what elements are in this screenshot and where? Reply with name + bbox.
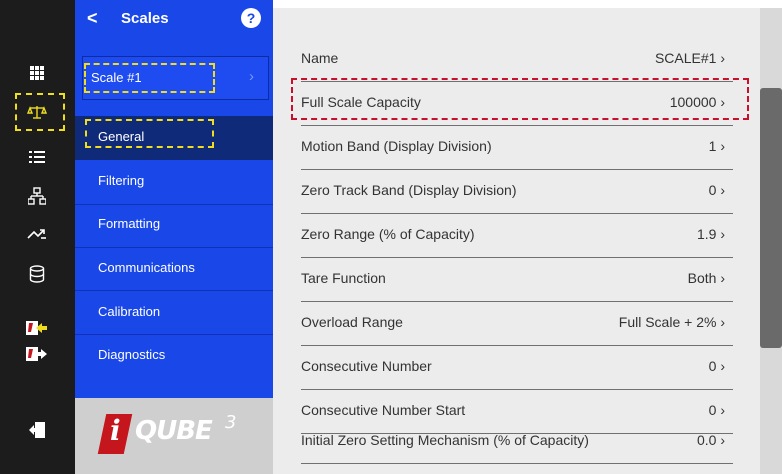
- logo-word: QUBE: [135, 416, 213, 446]
- sidebar-header: < Scales ?: [75, 0, 273, 38]
- chevron-right-icon: ›: [720, 432, 725, 448]
- row-divider: [301, 463, 733, 464]
- setting-label: Motion Band (Display Division): [301, 138, 492, 154]
- iqube-logo: i QUBE 3: [75, 398, 273, 474]
- scale-selector-highlight: [84, 63, 215, 93]
- selected-nav-highlight: [15, 93, 65, 131]
- setting-label: Tare Function: [301, 270, 386, 286]
- setting-label: Name: [301, 50, 339, 66]
- logo-superscript: 3: [225, 412, 237, 433]
- setting-label: Initial Zero Setting Mechanism (% of Cap…: [301, 432, 589, 448]
- export-icon[interactable]: [24, 342, 50, 366]
- setting-row-initial-zero[interactable]: Initial Zero Setting Mechanism (% of Cap…: [301, 420, 733, 464]
- setting-row-tare-function[interactable]: Tare Function Both ›: [301, 258, 733, 302]
- logo-i: i: [110, 414, 121, 447]
- help-icon[interactable]: ?: [241, 8, 261, 28]
- list-icon[interactable]: [24, 145, 50, 169]
- setting-row-name[interactable]: Name SCALE#1 ›: [301, 38, 733, 82]
- scrollbar-thumb[interactable]: [760, 88, 782, 348]
- setting-label: Consecutive Number Start: [301, 402, 466, 418]
- chevron-right-icon: ›: [249, 68, 254, 85]
- settings-sidebar: < Scales ? Scale #1 › General Filtering …: [75, 0, 273, 474]
- setting-value: 0 ›: [708, 182, 725, 198]
- back-button[interactable]: <: [87, 8, 98, 29]
- chevron-right-icon: ›: [720, 270, 725, 286]
- sidebar-title: Scales: [121, 10, 169, 27]
- network-icon[interactable]: [24, 184, 50, 208]
- setting-value: 1.9 ›: [696, 226, 725, 242]
- full-scale-capacity-highlight: [291, 78, 749, 120]
- setting-value: SCALE#1 ›: [654, 50, 725, 66]
- setting-value: 0.0 ›: [696, 432, 725, 448]
- sidebar-item-communications[interactable]: Communications: [75, 247, 273, 291]
- setting-label: Zero Track Band (Display Division): [301, 182, 517, 198]
- scrollbar[interactable]: [760, 8, 782, 474]
- chevron-right-icon: ›: [720, 402, 725, 418]
- setting-row-zero-track-band[interactable]: Zero Track Band (Display Division) 0 ›: [301, 170, 733, 214]
- sidebar-item-calibration[interactable]: Calibration: [75, 291, 273, 335]
- sidebar-item-label: Formatting: [98, 216, 161, 231]
- setting-value: 0 ›: [708, 402, 725, 418]
- sidebar-item-filtering[interactable]: Filtering: [75, 160, 273, 204]
- icon-nav-bar: [0, 0, 75, 474]
- database-icon[interactable]: [24, 262, 50, 286]
- setting-label: Zero Range (% of Capacity): [301, 226, 475, 242]
- setting-row-motion-band[interactable]: Motion Band (Display Division) 1 ›: [301, 126, 733, 170]
- setting-row-consecutive-number[interactable]: Consecutive Number 0 ›: [301, 346, 733, 390]
- sidebar-item-label: Diagnostics: [98, 347, 166, 362]
- chevron-right-icon: ›: [720, 138, 725, 154]
- setting-label: Consecutive Number: [301, 358, 432, 374]
- logout-icon[interactable]: [24, 418, 50, 442]
- general-highlight: [85, 119, 214, 148]
- import-icon[interactable]: [24, 316, 50, 340]
- setting-row-zero-range[interactable]: Zero Range (% of Capacity) 1.9 ›: [301, 214, 733, 258]
- sidebar-item-formatting[interactable]: Formatting: [75, 203, 273, 247]
- chevron-right-icon: ›: [720, 182, 725, 198]
- chevron-right-icon: ›: [720, 358, 725, 374]
- sidebar-item-label: Communications: [98, 260, 195, 275]
- sidebar-item-diagnostics[interactable]: Diagnostics: [75, 334, 273, 378]
- setting-value: Both ›: [687, 270, 725, 286]
- chevron-right-icon: ›: [720, 50, 725, 66]
- setting-value: 1 ›: [708, 138, 725, 154]
- sidebar-item-label: Calibration: [98, 304, 161, 319]
- setting-row-overload-range[interactable]: Overload Range Full Scale + 2% ›: [301, 302, 733, 346]
- chevron-right-icon: ›: [720, 226, 725, 242]
- setting-value: Full Scale + 2% ›: [618, 314, 725, 330]
- setting-value: 0 ›: [708, 358, 725, 374]
- route-icon[interactable]: [24, 222, 50, 246]
- chevron-right-icon: ›: [720, 314, 725, 330]
- grid-icon[interactable]: [24, 61, 50, 85]
- sidebar-item-label: Filtering: [98, 173, 145, 188]
- setting-label: Overload Range: [301, 314, 403, 330]
